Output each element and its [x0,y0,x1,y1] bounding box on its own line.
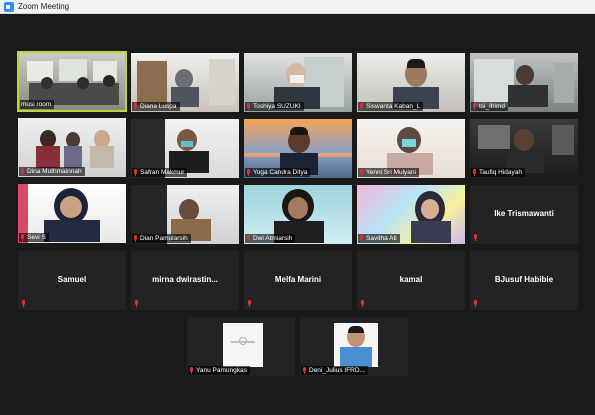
participant-name: Yoga Candra Ditya [245,168,311,177]
muted-mic-icon [133,235,138,242]
participant-name: mirna dwirastin... [152,275,218,284]
participant-tile[interactable]: Savitha Ati [356,184,466,245]
muted-mic-icon [473,234,478,241]
participant-name: Yanu Pamungkas [188,366,250,375]
muted-mic-icon [359,103,364,110]
participant-tile[interactable]: Diana Luspa [130,52,240,113]
muted-mic-icon [21,300,26,307]
muted-mic-icon [359,235,364,242]
participant-tile[interactable]: Melfa Marini [243,250,353,311]
muted-mic-icon [247,300,252,307]
participant-name: Deni_Julius IFRD... [301,366,368,375]
participant-name: Savitha Ati [358,234,400,243]
participant-tile[interactable]: musi room [17,51,127,112]
participant-name: Melfa Marini [274,275,322,284]
participant-name: Diana Luspa [132,102,180,111]
participant-name: Safran Makmur [132,168,188,177]
participant-name: tsi_ifrimd [471,102,509,111]
muted-mic-icon [246,169,251,176]
participant-tile[interactable]: Dian Pamularsih [130,184,240,245]
participant-name: Sevi S [19,233,49,242]
participant-name: Samuel [57,275,87,284]
participant-tile[interactable]: kamal [356,250,466,311]
participant-name: musi room [20,100,55,109]
participant-tile[interactable]: Dina Muthmainnah [17,117,127,178]
participant-name: Siswanta Kaban_L [358,102,424,111]
muted-mic-icon [189,367,194,374]
muted-mic-icon [302,367,307,374]
muted-mic-icon [246,103,251,110]
muted-mic-icon [20,168,25,175]
muted-mic-icon [360,300,365,307]
muted-mic-icon [246,235,251,242]
participant-name: Ike Trismawanti [494,209,554,218]
participant-tile[interactable]: Yoga Candra Ditya [243,118,353,179]
zoom-app-icon [4,1,14,12]
participant-name: BJusuf Habibie [494,275,554,284]
participant-tile[interactable]: Yenni Sri Mulyani [356,118,466,179]
muted-mic-icon [472,169,477,176]
muted-mic-icon [133,169,138,176]
muted-mic-icon [20,234,25,241]
muted-mic-icon [133,103,138,110]
muted-mic-icon [472,103,477,110]
muted-mic-icon [134,300,139,307]
window-title: Zoom Meeting [18,1,70,11]
participant-tile[interactable]: tsi_ifrimd [469,52,579,113]
participant-tile[interactable]: Taufiq Hidayah [469,118,579,179]
participant-tile[interactable]: Yanu Pamungkas [186,316,296,377]
participant-tile[interactable]: Deni_Julius IFRD... [299,316,409,377]
gallery-view: musi room Diana Luspa Toshiya SUZUKI Sis… [0,14,595,415]
participant-tile[interactable]: Sevi S [17,183,127,244]
participant-name: Dwi Atmiarsih [245,234,296,243]
participant-tile[interactable]: Siswanta Kaban_L [356,52,466,113]
participant-name: Yenni Sri Mulyani [358,168,419,177]
participant-tile[interactable]: Ike Trismawanti [469,184,579,245]
participant-tile[interactable]: BJusuf Habibie [469,250,579,311]
participant-name: Dina Muthmainnah [19,167,85,176]
participant-tile[interactable]: Toshiya SUZUKI [243,52,353,113]
title-bar: Zoom Meeting [0,0,595,14]
participant-tile[interactable]: Samuel [17,250,127,311]
muted-mic-icon [473,300,478,307]
participant-tile[interactable]: mirna dwirastin... [130,250,240,311]
muted-mic-icon [359,169,364,176]
participant-name: kamal [399,275,423,284]
participant-name: Toshiya SUZUKI [245,102,304,111]
participant-name: Dian Pamularsih [132,234,191,243]
participant-tile[interactable]: Safran Makmur [130,118,240,179]
participant-tile[interactable]: Dwi Atmiarsih [243,184,353,245]
participant-name: Taufiq Hidayah [471,168,525,177]
